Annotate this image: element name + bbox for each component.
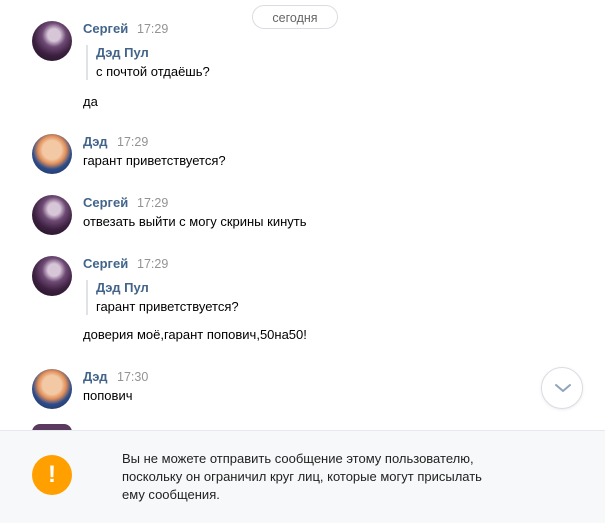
notice-line: Вы не можете отправить сообщение этому п… <box>122 451 474 466</box>
message: Дэд 17:30 попович <box>0 369 560 414</box>
exclamation-icon: ! <box>32 455 72 495</box>
quoted-author: Дэд Пул <box>96 280 149 295</box>
avatar[interactable] <box>32 256 72 296</box>
quoted-text: с почтой отдаёшь? <box>96 64 210 79</box>
notice-line: поскольку он ограничил круг лиц, которые… <box>122 469 482 484</box>
blocked-notice: ! Вы не можете отправить сообщение этому… <box>0 430 605 523</box>
message-author[interactable]: Дэд <box>83 369 108 385</box>
message-time[interactable]: 17:29 <box>137 195 168 211</box>
message-time[interactable]: 17:29 <box>137 256 168 272</box>
message-text: попович <box>83 388 133 403</box>
quoted-author: Дэд Пул <box>96 45 149 60</box>
quoted-text: гарант приветствуется? <box>96 299 239 314</box>
avatar[interactable] <box>32 369 72 409</box>
message-time[interactable]: 17:30 <box>117 369 148 385</box>
message-author[interactable]: Сергей <box>83 256 128 272</box>
notice-text: Вы не можете отправить сообщение этому п… <box>122 450 552 504</box>
message-time[interactable]: 17:29 <box>137 21 168 37</box>
avatar[interactable] <box>32 21 72 61</box>
message-time[interactable]: 17:29 <box>117 134 148 150</box>
message-text: гарант приветствуется? <box>83 153 226 168</box>
quoted-message[interactable]: Дэд Пул с почтой отдаёшь? <box>86 45 210 80</box>
chat-history: сегодня Сергей 17:29 Дэд Пул с почтой от… <box>0 0 605 430</box>
avatar[interactable] <box>32 195 72 235</box>
quoted-message[interactable]: Дэд Пул гарант приветствуется? <box>86 280 239 315</box>
message: Дэд 17:29 гарант приветствуется? <box>0 134 560 179</box>
chevron-down-icon <box>555 384 571 392</box>
scroll-down-button[interactable] <box>541 367 583 409</box>
message-text: отвезать выйти с могу скрины кинуть <box>83 214 307 229</box>
message: Сергей 17:29 Дэд Пул с почтой отдаёшь? д… <box>0 21 560 116</box>
message-author[interactable]: Сергей <box>83 21 128 37</box>
avatar[interactable] <box>32 134 72 174</box>
message-text: доверия моё,гарант попович,50на50! <box>83 327 307 342</box>
message-author[interactable]: Сергей <box>83 195 128 211</box>
message-author[interactable]: Дэд <box>83 134 108 150</box>
message-text: да <box>83 94 98 109</box>
message: Сергей 17:29 отвезать выйти с могу скрин… <box>0 195 560 240</box>
message: Сергей 17:29 Дэд Пул гарант приветствует… <box>0 256 560 351</box>
notice-line: ему сообщения. <box>122 487 220 502</box>
